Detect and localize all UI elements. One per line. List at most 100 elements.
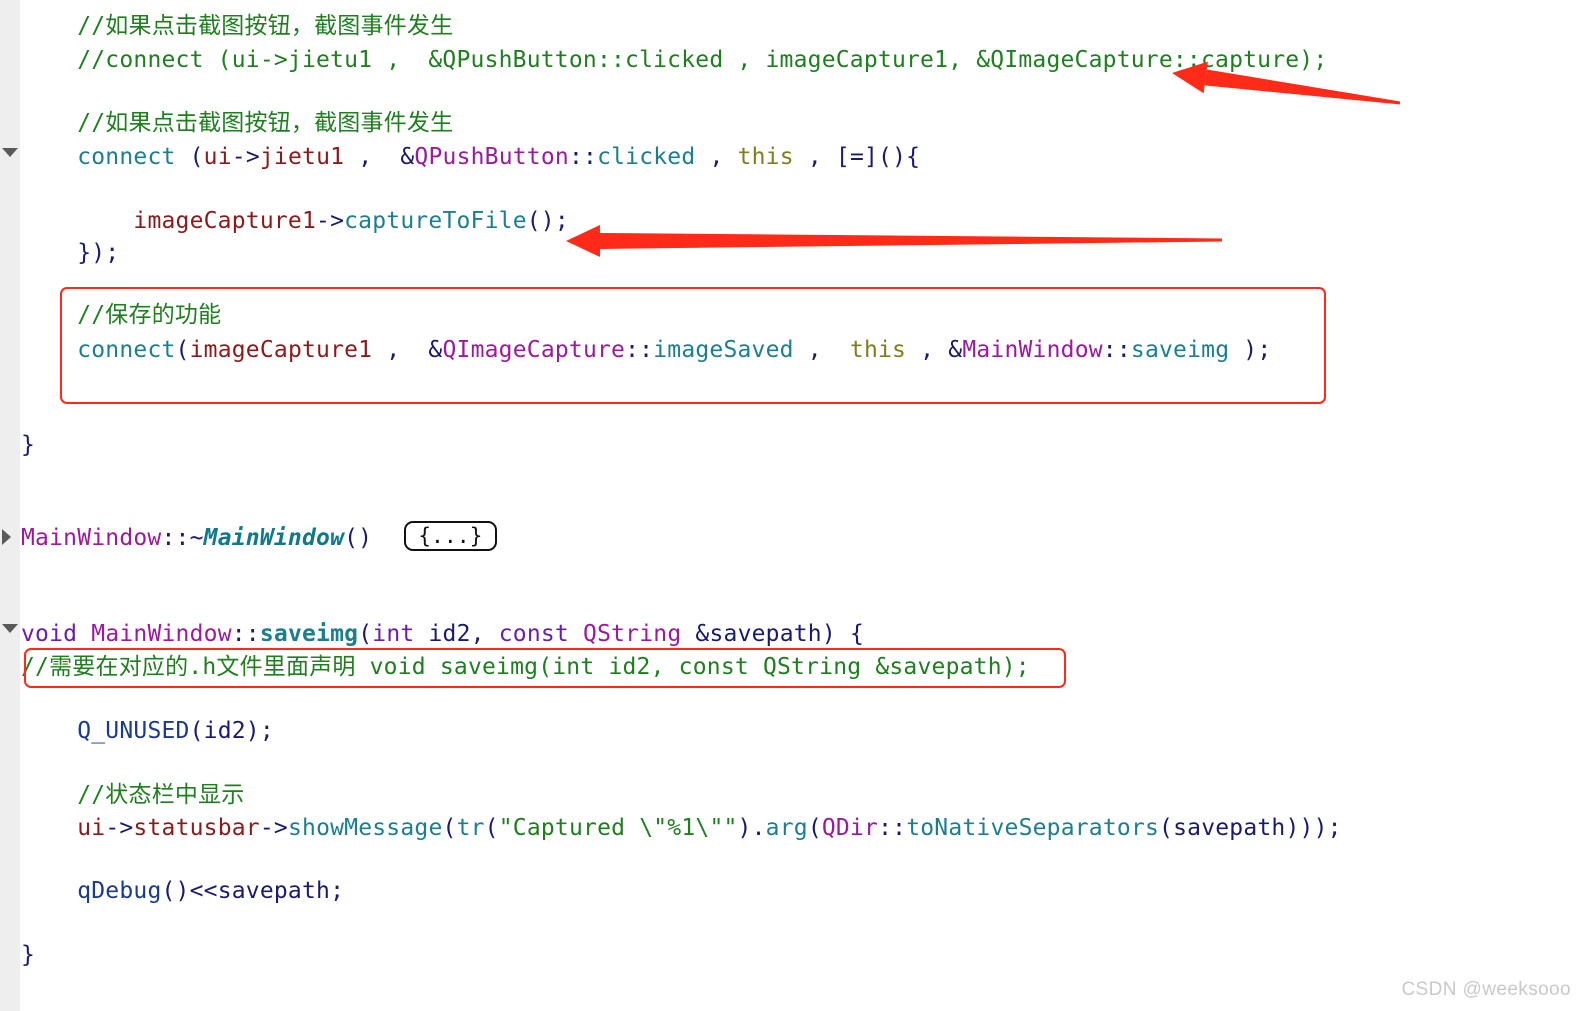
code-line[interactable]: //状态栏中显示 — [21, 778, 245, 812]
code-token: ui — [203, 144, 232, 170]
code-token: int — [372, 621, 415, 647]
code-token: ( — [175, 337, 190, 363]
code-token: ::~ — [161, 525, 204, 551]
code-token: :: — [231, 621, 260, 647]
code-token: //需要在对应的.h文件里面声明 void saveimg(int id2, c… — [21, 654, 1030, 680]
code-token: } — [21, 942, 36, 968]
code-token: MainWindow — [962, 337, 1103, 363]
code-token: (savepath))); — [1159, 815, 1342, 841]
fold-open-saveimg-icon[interactable] — [2, 624, 18, 633]
code-token: this — [737, 144, 794, 170]
code-token: this — [849, 337, 907, 363]
code-token: ( — [484, 815, 499, 841]
code-line[interactable]: //需要在对应的.h文件里面声明 void saveimg(int id2, c… — [21, 650, 1030, 684]
code-token: jietu1 — [259, 144, 345, 170]
code-token: (id2); — [189, 718, 274, 744]
code-token: //connect (ui->jietu1 , &QPushButton::cl… — [77, 47, 1328, 73]
code-line[interactable]: Q_UNUSED(id2); — [21, 714, 274, 748]
code-token: imageCapture1 — [189, 337, 373, 363]
code-token: , [=](){ — [793, 144, 921, 170]
code-token: -> — [231, 144, 260, 170]
code-token: , & — [906, 337, 963, 363]
code-line[interactable]: }); — [21, 236, 119, 270]
code-token: ); — [1229, 337, 1272, 363]
code-token: statusbar — [133, 815, 260, 841]
editor-gutter[interactable] — [0, 0, 21, 1011]
code-token: connect — [77, 144, 176, 170]
code-token: imageSaved — [653, 337, 794, 363]
code-token: captureToFile — [344, 208, 527, 234]
code-token: -> — [316, 208, 345, 234]
code-token: //状态栏中显示 — [77, 782, 245, 808]
code-editor[interactable]: //如果点击截图按钮，截图事件发生 //connect (ui->jietu1 … — [0, 0, 1585, 1011]
code-token: Q_UNUSED — [77, 718, 190, 744]
code-line[interactable]: qDebug()<<savepath; — [21, 874, 344, 908]
code-token: //如果点击截图按钮，截图事件发生 — [77, 110, 454, 136]
code-token: ). — [737, 815, 766, 841]
code-token: //保存的功能 — [77, 302, 222, 328]
code-token: -> — [105, 815, 134, 841]
code-line[interactable]: MainWindow::~MainWindow() {...} — [21, 521, 497, 555]
fold-closed-destructor-icon[interactable] — [2, 529, 11, 545]
code-token: //如果点击截图按钮，截图事件发生 — [77, 13, 454, 39]
code-token: QImageCapture — [442, 337, 626, 363]
code-token: QDir — [821, 815, 879, 841]
code-token: }); — [77, 240, 120, 266]
code-line[interactable]: //如果点击截图按钮，截图事件发生 — [21, 106, 453, 140]
code-token: (); — [526, 208, 569, 234]
code-token: arg — [765, 815, 808, 841]
code-token: MainWindow — [91, 621, 232, 647]
code-line[interactable]: //connect (ui->jietu1 , &QPushButton::cl… — [21, 43, 1327, 77]
code-token: clicked — [597, 144, 696, 170]
code-token: "Captured \"%1\"" — [498, 815, 738, 841]
code-token: showMessage — [287, 815, 443, 841]
code-token: toNativeSeparators — [906, 815, 1160, 841]
code-token: QPushButton — [414, 144, 569, 170]
watermark: CSDN @weeksooo — [1401, 979, 1571, 1000]
code-token: MainWindow — [203, 525, 345, 551]
code-line[interactable]: } — [21, 428, 35, 462]
code-token: ( — [175, 144, 204, 170]
code-line[interactable]: //如果点击截图按钮，截图事件发生 — [21, 9, 453, 43]
code-token: :: — [878, 815, 907, 841]
code-line[interactable]: void MainWindow::saveimg(int id2, const … — [21, 617, 864, 651]
fold-open-connect-block-icon[interactable] — [2, 148, 18, 157]
code-token: ()<<savepath; — [161, 878, 345, 904]
code-token: } — [21, 432, 36, 458]
code-line[interactable]: connect (ui->jietu1 , &QPushButton::clic… — [21, 140, 920, 174]
code-token: :: — [1102, 337, 1131, 363]
code-token: ui — [77, 815, 106, 841]
code-line[interactable]: //保存的功能 — [21, 298, 221, 332]
collapsed-block-chip[interactable]: {...} — [404, 521, 497, 551]
code-token: connect — [77, 337, 176, 363]
code-token: tr — [456, 815, 485, 841]
code-area[interactable]: //如果点击截图按钮，截图事件发生 //connect (ui->jietu1 … — [21, 0, 1585, 1011]
code-token: , — [793, 337, 850, 363]
code-token: :: — [625, 337, 654, 363]
code-line[interactable]: } — [21, 938, 35, 972]
code-token: &savepath) { — [681, 621, 864, 647]
code-line[interactable]: ui->statusbar->showMessage(tr("Captured … — [21, 811, 1342, 845]
code-token: () — [344, 525, 401, 551]
code-token: , & — [372, 337, 443, 363]
code-token: , & — [344, 144, 415, 170]
code-token: ( — [358, 621, 373, 647]
code-line[interactable]: imageCapture1->captureToFile(); — [21, 204, 569, 238]
code-line[interactable]: connect(imageCapture1 , &QImageCapture::… — [21, 333, 1271, 367]
code-token: -> — [259, 815, 288, 841]
code-token: qDebug — [77, 878, 162, 904]
code-token: , — [695, 144, 738, 170]
code-token: ( — [807, 815, 822, 841]
code-token: saveimg — [259, 621, 359, 647]
code-token: saveimg — [1130, 337, 1230, 363]
